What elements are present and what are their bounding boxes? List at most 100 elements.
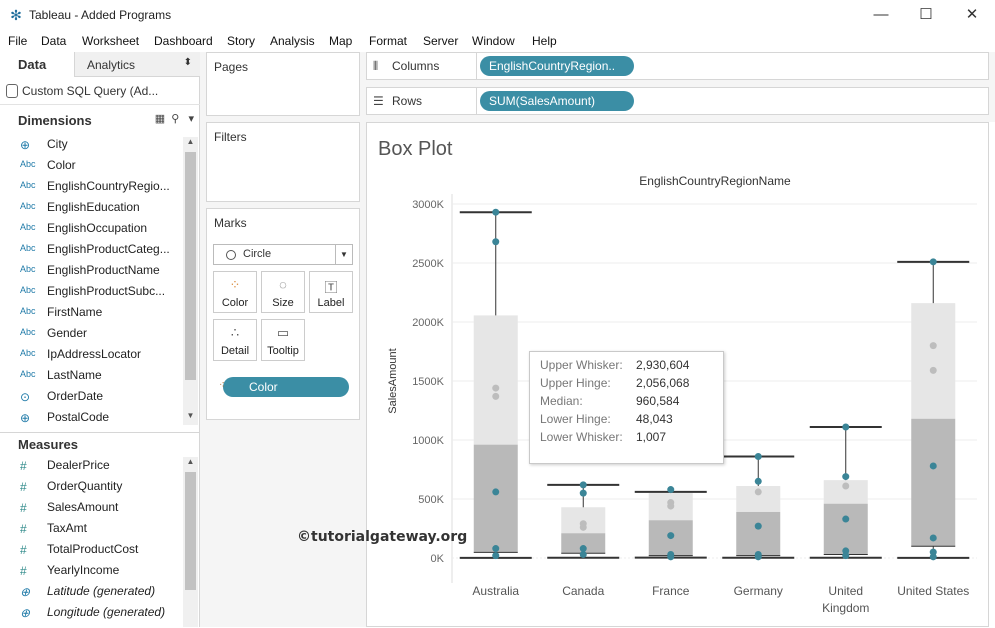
- filters-card[interactable]: Filters: [206, 122, 360, 202]
- data-point[interactable]: [842, 473, 850, 481]
- measure-field[interactable]: # OrderQuantity: [0, 476, 183, 497]
- scroll-up-icon[interactable]: ▲: [183, 137, 198, 151]
- tooltip-button[interactable]: ▭ Tooltip: [261, 319, 305, 361]
- data-point[interactable]: [492, 545, 500, 553]
- maximize-button[interactable]: ☐: [911, 4, 941, 26]
- dimension-field[interactable]: Abc EnglishProductName: [0, 260, 183, 281]
- measure-field[interactable]: # YearlyIncome: [0, 560, 183, 581]
- measure-field[interactable]: # TotalProductCost: [0, 539, 183, 560]
- menu-story[interactable]: Story: [227, 34, 255, 48]
- menu-worksheet[interactable]: Worksheet: [82, 34, 139, 48]
- pages-card[interactable]: Pages: [206, 52, 360, 116]
- measure-field[interactable]: # SalesAmount: [0, 497, 183, 518]
- data-point[interactable]: [492, 384, 500, 392]
- minimize-button[interactable]: —: [866, 4, 896, 26]
- data-point[interactable]: [492, 552, 500, 560]
- measures-scroll-thumb[interactable]: [185, 472, 196, 590]
- datasource-item[interactable]: Custom SQL Query (Ad...: [0, 77, 200, 105]
- data-point[interactable]: [842, 515, 850, 523]
- dimension-field[interactable]: ⊕ PostalCode: [0, 407, 183, 428]
- data-point[interactable]: [929, 258, 937, 266]
- dimension-field[interactable]: Abc EnglishProductCateg...: [0, 239, 183, 260]
- box-lower[interactable]: [823, 503, 868, 555]
- menu-data[interactable]: Data: [41, 34, 66, 48]
- measure-field[interactable]: ⊕ Latitude (generated): [0, 581, 183, 602]
- data-point[interactable]: [667, 532, 675, 540]
- menu-dashboard[interactable]: Dashboard: [154, 34, 213, 48]
- data-point[interactable]: [754, 488, 762, 496]
- data-point[interactable]: [667, 502, 675, 510]
- data-point[interactable]: [929, 342, 937, 350]
- data-point[interactable]: [842, 423, 850, 431]
- menu-server[interactable]: Server: [423, 34, 458, 48]
- dimension-field[interactable]: Abc EnglishEducation: [0, 197, 183, 218]
- measure-field[interactable]: # DealerPrice: [0, 455, 183, 476]
- data-point[interactable]: [492, 238, 500, 246]
- columns-pill[interactable]: EnglishCountryRegion..: [480, 56, 634, 76]
- box-upper[interactable]: [911, 303, 956, 419]
- color-button[interactable]: ⁘ Color: [213, 271, 257, 313]
- data-point[interactable]: [929, 553, 937, 561]
- dimension-field[interactable]: ⊕ City: [0, 134, 183, 155]
- color-field-pill[interactable]: ⁖ Color: [219, 377, 349, 397]
- box-lower[interactable]: [736, 511, 781, 556]
- menu-window[interactable]: Window: [472, 34, 515, 48]
- dimensions-scroll-thumb[interactable]: [185, 152, 196, 380]
- dimension-field[interactable]: Abc EnglishCountryRegio...: [0, 176, 183, 197]
- column-header-label: EnglishCountryRegionName: [639, 174, 791, 188]
- measure-field[interactable]: ⊕ Longitude (generated): [0, 602, 183, 623]
- data-point[interactable]: [492, 208, 500, 216]
- menu-map[interactable]: Map: [329, 34, 352, 48]
- scroll-down-icon[interactable]: ▼: [183, 411, 198, 425]
- dimension-field[interactable]: Abc Color: [0, 155, 183, 176]
- menu-dropdown-icon[interactable]: ▾: [182, 113, 194, 125]
- data-point[interactable]: [579, 550, 587, 558]
- data-point[interactable]: [579, 523, 587, 531]
- data-point[interactable]: [667, 553, 675, 561]
- dimension-field[interactable]: Abc FirstName: [0, 302, 183, 323]
- tab-data[interactable]: Data: [0, 52, 74, 77]
- tab-analytics[interactable]: Analytics ⬍: [74, 52, 200, 77]
- data-point[interactable]: [492, 488, 500, 496]
- data-point[interactable]: [579, 489, 587, 497]
- data-point[interactable]: [579, 481, 587, 489]
- measures-scrollbar[interactable]: ▲: [183, 457, 198, 627]
- columns-shelf[interactable]: ⫴ Columns EnglishCountryRegion..: [366, 52, 989, 80]
- data-point[interactable]: [842, 552, 850, 560]
- data-point[interactable]: [754, 477, 762, 485]
- data-point[interactable]: [754, 453, 762, 461]
- dimension-field[interactable]: Abc IpAddressLocator: [0, 344, 183, 365]
- dimensions-scrollbar[interactable]: ▲ ▼: [183, 137, 198, 425]
- data-point[interactable]: [667, 486, 675, 494]
- dimension-field[interactable]: ⊙ OrderDate: [0, 386, 183, 407]
- menu-format[interactable]: Format: [369, 34, 407, 48]
- menu-file[interactable]: File: [8, 34, 27, 48]
- scroll-up-icon[interactable]: ▲: [183, 457, 198, 471]
- measure-field[interactable]: # TaxAmt: [0, 518, 183, 539]
- dimension-field[interactable]: Abc EnglishProductSubc...: [0, 281, 183, 302]
- rows-shelf[interactable]: ☰ Rows SUM(SalesAmount): [366, 87, 989, 115]
- dimension-field[interactable]: Abc LastName: [0, 365, 183, 386]
- menu-analysis[interactable]: Analysis: [270, 34, 315, 48]
- size-button[interactable]: ◌ Size: [261, 271, 305, 313]
- close-button[interactable]: ✕: [957, 4, 987, 26]
- detail-button[interactable]: ∴ Detail: [213, 319, 257, 361]
- label-button[interactable]: 🅃 Label: [309, 271, 353, 313]
- box-upper[interactable]: [473, 315, 518, 445]
- dimension-field[interactable]: Abc EnglishOccupation: [0, 218, 183, 239]
- data-point[interactable]: [754, 553, 762, 561]
- dimension-field[interactable]: Abc Gender: [0, 323, 183, 344]
- box-lower[interactable]: [473, 444, 518, 553]
- search-icon[interactable]: ⚲: [168, 113, 179, 125]
- data-point[interactable]: [754, 522, 762, 530]
- mark-type-dropdown[interactable]: Circle ▼: [213, 244, 353, 265]
- box-lower[interactable]: [911, 418, 956, 547]
- rows-pill[interactable]: SUM(SalesAmount): [480, 91, 634, 111]
- data-point[interactable]: [929, 534, 937, 542]
- data-point[interactable]: [492, 392, 500, 400]
- menu-help[interactable]: Help: [532, 34, 557, 48]
- data-point[interactable]: [929, 366, 937, 374]
- data-point[interactable]: [929, 462, 937, 470]
- view-toggle-icon[interactable]: ▦: [155, 113, 165, 125]
- data-point[interactable]: [842, 482, 850, 490]
